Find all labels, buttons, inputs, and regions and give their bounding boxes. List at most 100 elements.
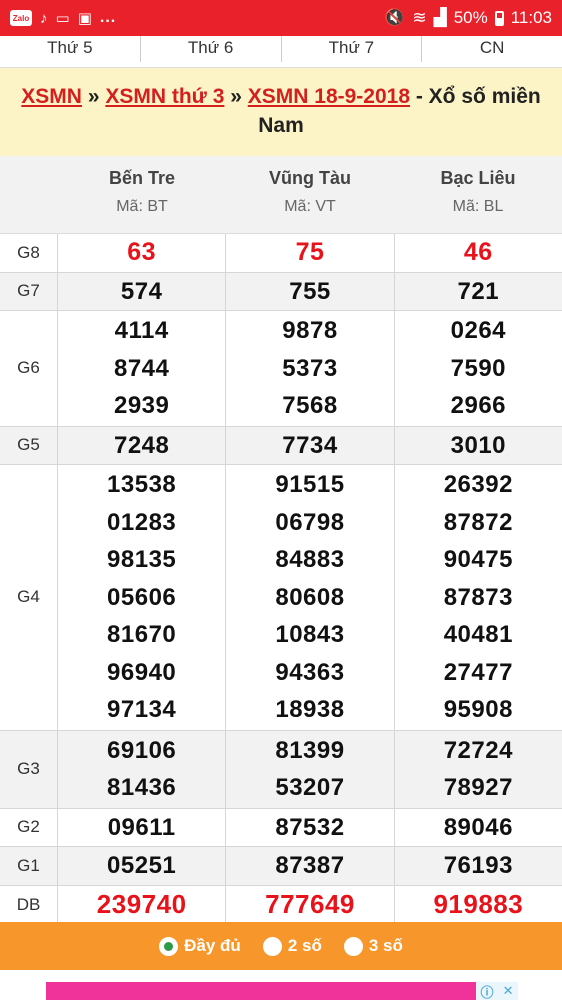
tab-cn[interactable]: CN: [422, 36, 562, 62]
breadcrumb-xsmn-link[interactable]: XSMN: [21, 85, 82, 108]
tiktok-icon: ♪: [40, 9, 48, 27]
prize-cell: 4114 8744 2939: [58, 311, 227, 426]
lottery-number: 5373: [282, 354, 338, 382]
lottery-number: 40481: [443, 621, 513, 648]
tab-thu-6[interactable]: Thứ 6: [141, 36, 282, 62]
lottery-number: 05606: [107, 583, 177, 611]
prize-cell: 721: [394, 272, 562, 310]
province-header: Bến Tre Mã: BT: [58, 156, 226, 233]
tab-thu-5[interactable]: Thứ 5: [0, 36, 141, 62]
lottery-number: 75: [295, 238, 325, 266]
prize-cell: 76193: [394, 847, 562, 885]
ad-banner[interactable]: ⓘ ✕: [46, 982, 518, 1000]
lottery-number: 919883: [433, 888, 524, 919]
lottery-number: 7248: [113, 431, 170, 459]
lottery-number: 78927: [443, 774, 513, 801]
prize-label: G8: [0, 234, 58, 272]
prize-cell: 9878 5373 7568: [226, 311, 395, 426]
lottery-number: 90475: [443, 546, 513, 573]
prize-cell: 87387: [226, 847, 395, 885]
status-bar: Zalo ♪ ▭ ▣ ... 🔇 ≋ ▟ 50% 11:03: [0, 0, 562, 36]
lottery-number: 87532: [275, 813, 345, 841]
prize-row-g4: G4 13538 01283 98135 05606 81670 96940 97134 915…: [0, 465, 562, 731]
prize-row-g7: G7 574 755 721: [0, 272, 562, 311]
option-2-digits[interactable]: 2 số: [262, 936, 322, 956]
lottery-number: 87872: [443, 508, 513, 536]
lottery-number: 7734: [282, 431, 338, 459]
radio-selected-icon[interactable]: [159, 936, 179, 956]
lottery-number: 53207: [275, 774, 345, 801]
prize-cell: 574: [58, 272, 227, 310]
province-code: Mã: BT: [116, 198, 168, 215]
province-code: Mã: VT: [284, 198, 336, 215]
lottery-number: 96940: [107, 658, 177, 686]
lottery-number: 81399: [275, 736, 345, 764]
prize-row-g8: G8 63 75 46: [0, 234, 562, 273]
breadcrumb-separator: »: [81, 85, 106, 108]
lottery-number: 10843: [275, 621, 345, 648]
lottery-number: 755: [289, 277, 331, 305]
breadcrumb-xsmn-thu-3-link[interactable]: XSMN thứ 3: [105, 85, 224, 108]
prize-cell: 91515 06798 84883 80608 10843 94363 18938: [226, 465, 395, 730]
prize-rows: G8 63 75 46 G7 574 755 721 G6 4114 8744 2939 9878 537…: [0, 234, 562, 925]
prize-cell: 87532: [226, 808, 395, 846]
prize-cell: 72724 78927: [394, 730, 562, 808]
image-icon: ▣: [77, 9, 92, 27]
ad-info-icon[interactable]: ⓘ: [481, 982, 494, 1000]
prize-cell: 239740: [58, 885, 227, 924]
province-header: Vũng Tàu Mã: VT: [226, 156, 394, 233]
lottery-number: 94363: [275, 658, 345, 686]
zalo-icon: Zalo: [10, 10, 32, 26]
lottery-number: 46: [463, 238, 493, 266]
prize-cell: 777649: [226, 885, 395, 924]
lottery-number: 2966: [450, 392, 507, 419]
option-3-digits[interactable]: 3 số: [343, 936, 403, 956]
lottery-number: 95908: [443, 696, 513, 723]
lottery-number: 91515: [275, 471, 345, 498]
lottery-number: 09611: [107, 813, 176, 841]
lottery-number: 13538: [107, 471, 177, 498]
prize-cell: 7248: [58, 426, 227, 464]
radio-icon[interactable]: [343, 936, 363, 956]
lottery-number: 63: [127, 238, 157, 266]
option-full[interactable]: Đầy đủ: [159, 936, 241, 956]
tab-thu-7[interactable]: Thứ 7: [282, 36, 423, 62]
lottery-number: 7590: [450, 354, 507, 382]
signal-icon: ▟: [433, 8, 447, 27]
prize-row-g3: G3 69106 81436 81399 53207 72724 78927: [0, 730, 562, 809]
prize-cell: 0264 7590 2966: [394, 311, 562, 426]
prize-row-g2: G2 09611 87532 89046: [0, 808, 562, 847]
ad-close-icon[interactable]: ✕: [503, 983, 514, 999]
prize-row-g5: G5 7248 7734 3010: [0, 426, 562, 465]
prize-cell: 81399 53207: [226, 730, 395, 808]
lottery-number: 01283: [107, 508, 177, 536]
prize-row-db: DB 239740 777649 919883: [0, 885, 562, 925]
prize-cell: 75: [226, 234, 395, 272]
lottery-number: 0264: [450, 317, 507, 344]
prize-label: G7: [0, 272, 58, 310]
prize-cell: 7734: [226, 426, 395, 464]
province-name: Vũng Tàu: [269, 168, 351, 188]
lottery-number: 98135: [107, 546, 177, 573]
display-options-bar: Đầy đủ 2 số 3 số: [0, 922, 562, 970]
prize-cell: 89046: [394, 808, 562, 846]
lottery-number: 574: [120, 277, 163, 305]
prize-label: DB: [0, 885, 58, 924]
lottery-number: 3010: [450, 431, 507, 459]
results-table: Bến Tre Mã: BT Vũng Tàu Mã: VT Bạc Liêu …: [0, 156, 562, 925]
lottery-number: 239740: [96, 888, 187, 919]
prize-label: G3: [0, 730, 58, 808]
lottery-number: 777649: [265, 888, 355, 919]
lottery-number: 87387: [275, 852, 345, 879]
lottery-number: 8744: [113, 354, 170, 382]
sim-card-icon: ▭: [55, 9, 70, 27]
province-code: Mã: BL: [452, 198, 504, 215]
lottery-number: 721: [457, 277, 500, 305]
lottery-number: 84883: [275, 546, 345, 573]
breadcrumb-date-link[interactable]: XSMN 18-9-2018: [248, 85, 410, 108]
option-label: Đầy đủ: [184, 936, 241, 955]
lottery-number: 26392: [443, 471, 513, 498]
option-label: 3 số: [368, 936, 403, 955]
lottery-number: 2939: [113, 392, 170, 419]
radio-icon[interactable]: [262, 936, 282, 956]
